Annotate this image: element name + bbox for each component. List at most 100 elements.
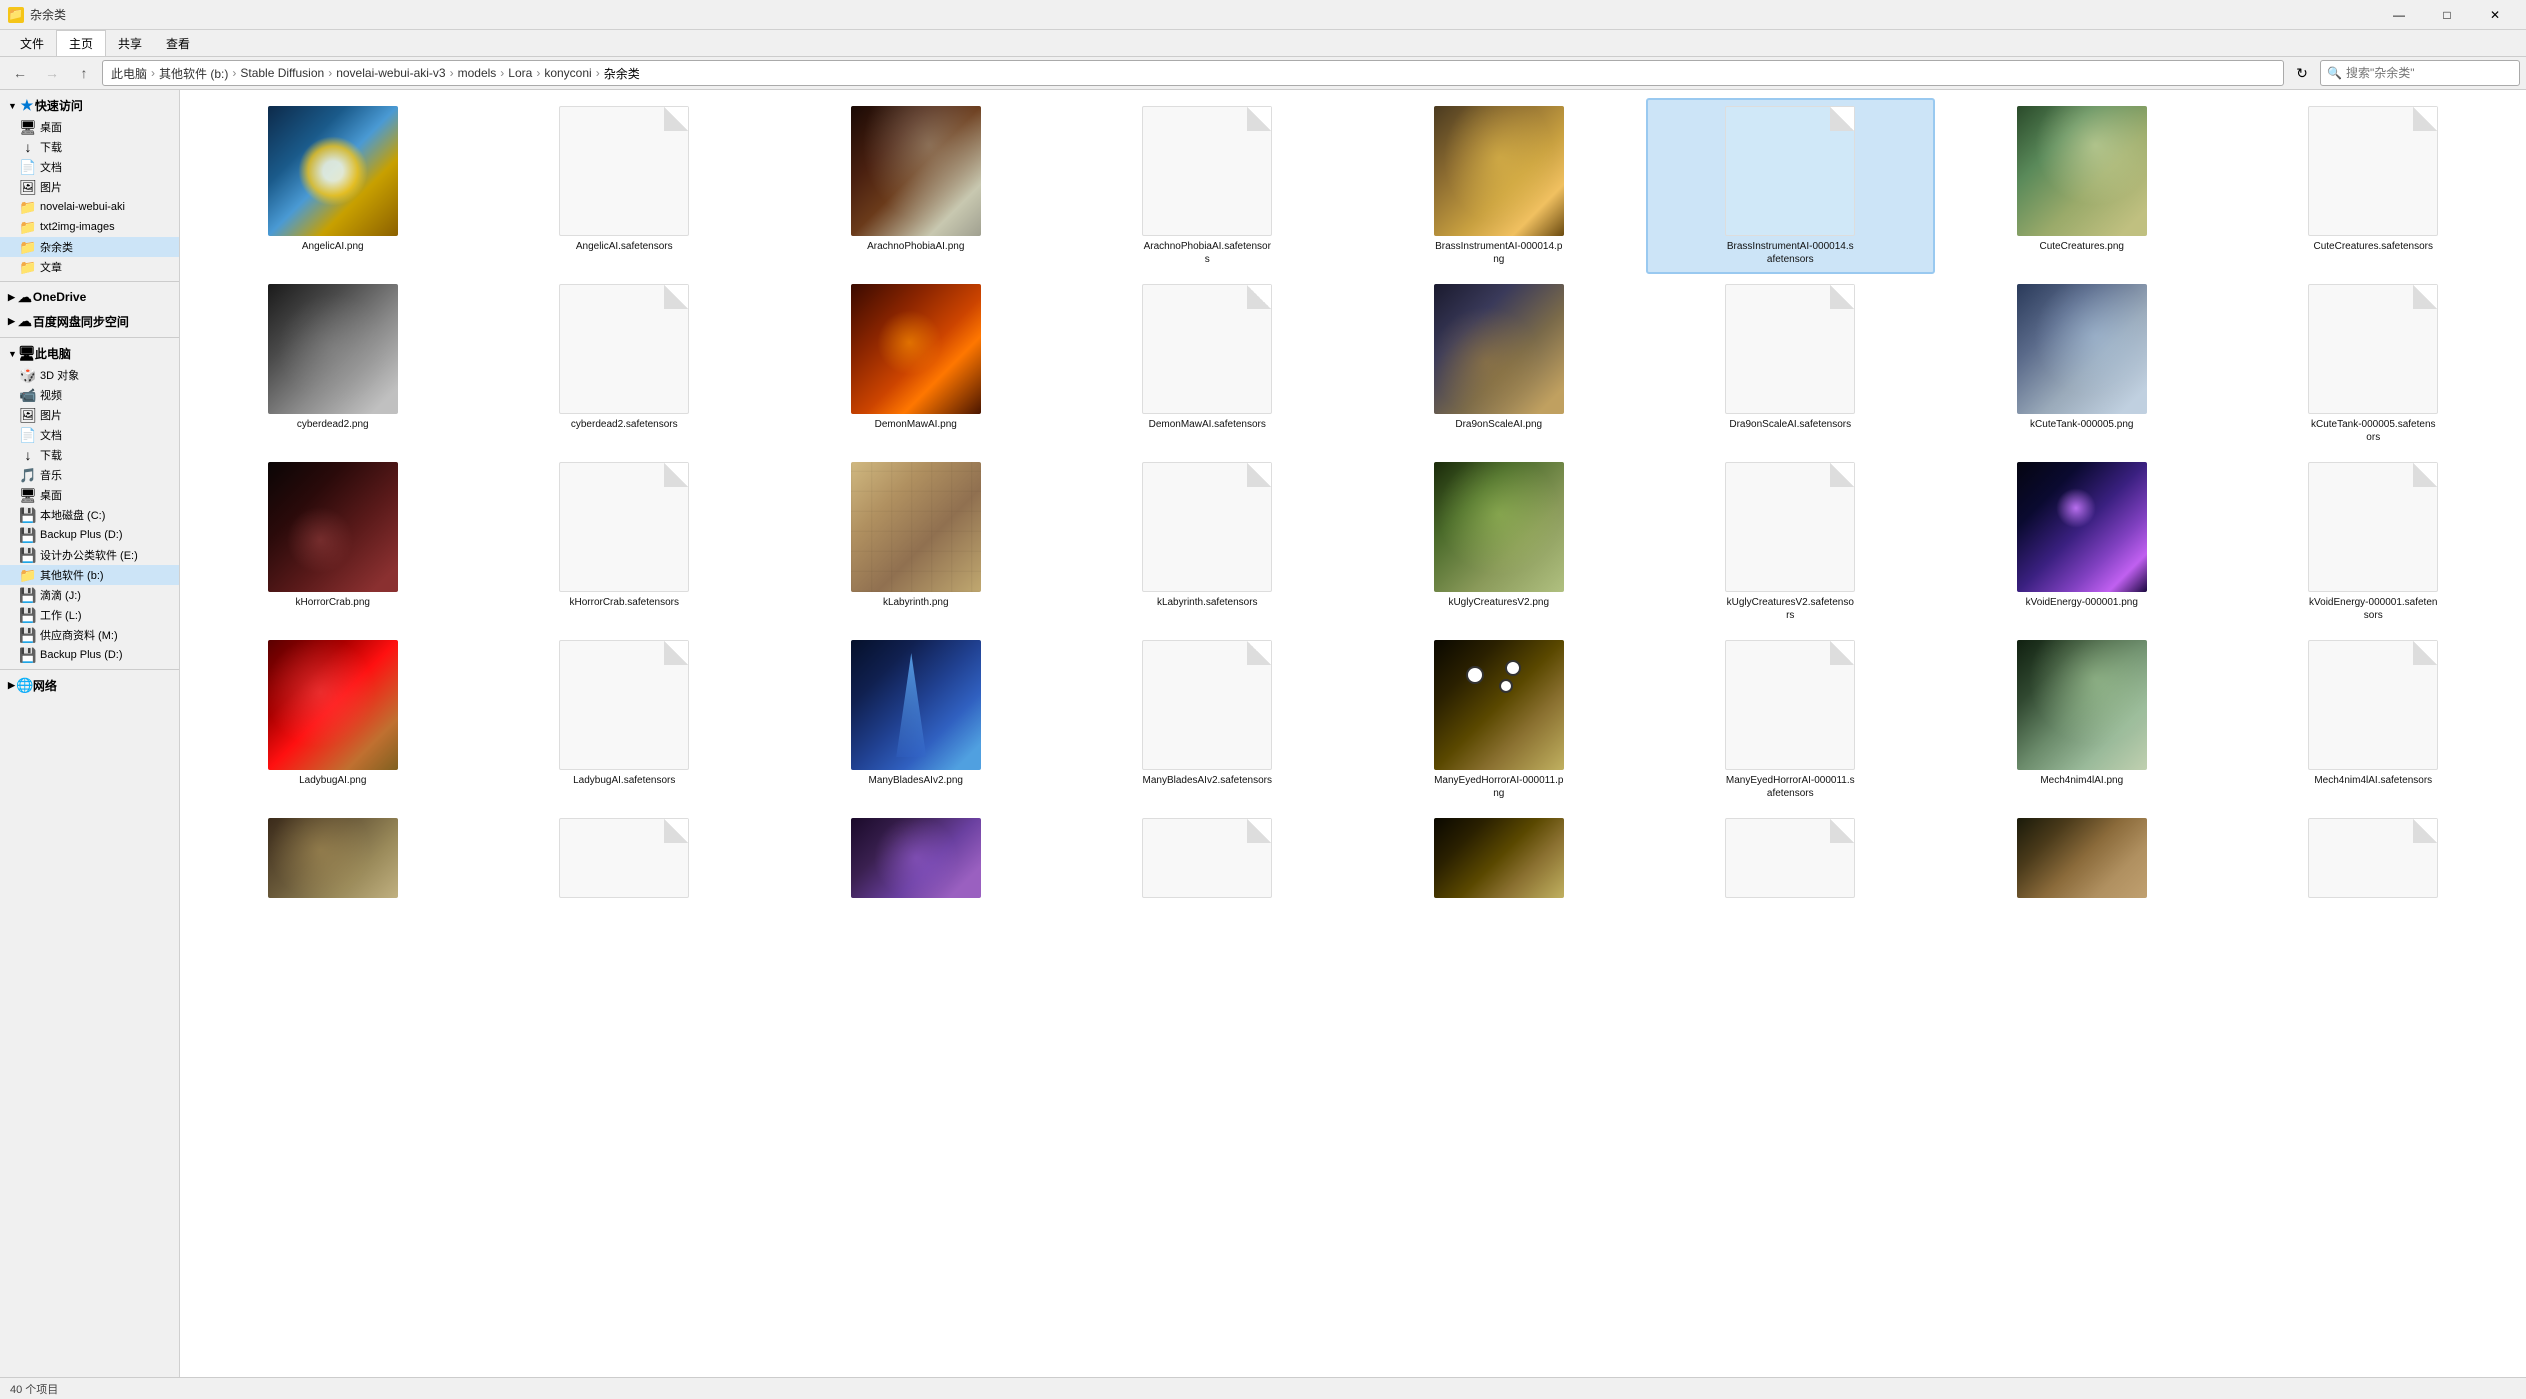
file-item-demonmaw-safe[interactable]: DemonMawAI.safetensors <box>1063 276 1353 452</box>
ribbon-tab-share[interactable]: 共享 <box>106 30 154 56</box>
file-item-brass-png[interactable]: BrassInstrumentAI-000014.png <box>1354 98 1644 274</box>
ribbon-tab-file[interactable]: 文件 <box>8 30 56 56</box>
sidebar-item-misc[interactable]: 📁杂余类 <box>0 237 179 257</box>
3d-icon: 🎲 <box>20 367 36 383</box>
minimize-button[interactable]: — <box>2376 0 2422 30</box>
ribbon-tab-view[interactable]: 查看 <box>154 30 202 56</box>
file-item-dragon-png[interactable]: Dra9onScaleAI.png <box>1354 276 1644 452</box>
file-item-kugly-safe[interactable]: kUglyCreaturesV2.safetensors <box>1646 454 1936 630</box>
sidebar-item-driveD2[interactable]: 💾Backup Plus (D:) <box>0 645 179 665</box>
file-item-row5b-safe[interactable] <box>1063 810 1353 910</box>
file-item-kcutetank-png[interactable]: kCuteTank-000005.png <box>1937 276 2227 452</box>
sidebar-item-docs[interactable]: 📄文档 <box>0 157 179 177</box>
file-item-mech4nim-safe[interactable]: Mech4nim4lAI.safetensors <box>2229 632 2519 808</box>
sidebar-item-driveJ[interactable]: 💾滴滴 (J:) <box>0 585 179 605</box>
close-button[interactable]: ✕ <box>2472 0 2518 30</box>
sidebar-item-driveL[interactable]: 💾工作 (L:) <box>0 605 179 625</box>
file-item-angelic-png[interactable]: AngelicAI.png <box>188 98 478 274</box>
file-item-kugly-png[interactable]: kUglyCreaturesV2.png <box>1354 454 1644 630</box>
file-item-klabyrinth-safe[interactable]: kLabyrinth.safetensors <box>1063 454 1353 630</box>
file-item-mech4nim-png[interactable]: Mech4nim4lAI.png <box>1937 632 2227 808</box>
file-item-cute-safe[interactable]: CuteCreatures.safetensors <box>2229 98 2519 274</box>
file-item-row5a-png[interactable] <box>188 810 478 910</box>
file-thumbnail-cute <box>2017 106 2147 236</box>
file-item-cyberdead-png[interactable]: cyberdead2.png <box>188 276 478 452</box>
crumb-novelai[interactable]: novelai-webui-aki-v3 <box>336 66 445 80</box>
sidebar-header-network[interactable]: ▶ 🌐 网络 <box>0 674 179 697</box>
sidebar-item-downloads[interactable]: ↓下载 <box>0 137 179 157</box>
file-thumbnail-blank-3 <box>1725 106 1855 236</box>
file-item-angelic-safe[interactable]: AngelicAI.safetensors <box>480 98 770 274</box>
search-box[interactable]: 🔍 <box>2320 60 2520 86</box>
file-item-manyblades-safe[interactable]: ManyBladesAIv2.safetensors <box>1063 632 1353 808</box>
sidebar-header-thispc[interactable]: ▼ 🖥 此电脑 <box>0 342 179 365</box>
sidebar-header-baidu[interactable]: ▶ ☁ 百度网盘同步空间 <box>0 310 179 333</box>
crumb-other[interactable]: 其他软件 (b:) <box>159 65 228 82</box>
sidebar-item-novelai[interactable]: 📁novelai-webui-aki <box>0 197 179 217</box>
sidebar-item-images[interactable]: 🖼图片 <box>0 405 179 425</box>
sidebar-item-driveC[interactable]: 💾本地磁盘 (C:) <box>0 505 179 525</box>
sidebar-item-driveE[interactable]: 💾设计办公类软件 (E:) <box>0 545 179 565</box>
quick-expand-icon: ▼ <box>8 101 17 111</box>
file-item-row5a-safe[interactable] <box>480 810 770 910</box>
file-item-demonmaw-png[interactable]: DemonMawAI.png <box>771 276 1061 452</box>
sidebar-item-txt2img[interactable]: 📁txt2img-images <box>0 217 179 237</box>
crumb-sd[interactable]: Stable Diffusion <box>240 66 324 80</box>
sidebar-item-3d[interactable]: 🎲3D 对象 <box>0 365 179 385</box>
crumb-konyconi[interactable]: konyconi <box>544 66 591 80</box>
file-item-row5b-png[interactable] <box>771 810 1061 910</box>
file-item-cyberdead-safe[interactable]: cyberdead2.safetensors <box>480 276 770 452</box>
address-bar[interactable]: 此电脑 › 其他软件 (b:) › Stable Diffusion › nov… <box>102 60 2284 86</box>
file-item-ladybug-png[interactable]: LadybugAI.png <box>188 632 478 808</box>
sidebar-header-quick[interactable]: ▼ ★ 快速访问 <box>0 94 179 117</box>
file-item-kvoid-safe[interactable]: kVoidEnergy-000001.safetensors <box>2229 454 2519 630</box>
file-name-demonmaw-png: DemonMawAI.png <box>875 418 957 431</box>
file-name-khorror-safe: kHorrorCrab.safetensors <box>570 596 679 609</box>
file-name-arachno-safe: ArachnoPhobiaAI.safetensors <box>1142 240 1272 266</box>
file-item-dragon-safe[interactable]: Dra9onScaleAI.safetensors <box>1646 276 1936 452</box>
sidebar-item-documents[interactable]: 📄文档 <box>0 425 179 445</box>
sidebar-item-desktop[interactable]: 🖥桌面 <box>0 117 179 137</box>
file-item-khorror-png[interactable]: kHorrorCrab.png <box>188 454 478 630</box>
onedrive-label: OneDrive <box>33 290 86 304</box>
sidebar-item-desk[interactable]: 🖥桌面 <box>0 485 179 505</box>
sidebar-header-onedrive[interactable]: ▶ ☁ OneDrive <box>0 286 179 308</box>
up-button[interactable]: ↑ <box>70 60 98 86</box>
file-item-row5d-png[interactable] <box>1937 810 2227 910</box>
file-item-brass-safe[interactable]: BrassInstrumentAI-000014.safetensors <box>1646 98 1936 274</box>
file-item-manyeyed-safe[interactable]: ManyEyedHorrorAI-000011.safetensors <box>1646 632 1936 808</box>
file-item-kcutetank-safe[interactable]: kCuteTank-000005.safetensors <box>2229 276 2519 452</box>
sidebar-item-music[interactable]: 🎵音乐 <box>0 465 179 485</box>
file-item-manyeyed-png[interactable]: ManyEyedHorrorAI-000011.png <box>1354 632 1644 808</box>
file-item-cute-png[interactable]: CuteCreatures.png <box>1937 98 2227 274</box>
maximize-button[interactable]: □ <box>2424 0 2470 30</box>
file-item-arachno-safe[interactable]: ArachnoPhobiaAI.safetensors <box>1063 98 1353 274</box>
file-thumbnail-blank-14 <box>1142 640 1272 770</box>
ribbon-tab-home[interactable]: 主页 <box>56 30 106 56</box>
sidebar-item-driveB[interactable]: 📁其他软件 (b:) <box>0 565 179 585</box>
sidebar-item-dl[interactable]: ↓下载 <box>0 445 179 465</box>
crumb-pc[interactable]: 此电脑 <box>111 65 147 82</box>
file-thumbnail-row5d <box>2017 818 2147 898</box>
file-item-row5c-safe[interactable] <box>1646 810 1936 910</box>
sidebar-item-driveD[interactable]: 💾Backup Plus (D:) <box>0 525 179 545</box>
sidebar-item-video[interactable]: 📹视频 <box>0 385 179 405</box>
file-item-khorror-safe[interactable]: kHorrorCrab.safetensors <box>480 454 770 630</box>
crumb-lora[interactable]: Lora <box>508 66 532 80</box>
refresh-button[interactable]: ↻ <box>2288 60 2316 86</box>
sidebar-item-driveM[interactable]: 💾供应商资料 (M:) <box>0 625 179 645</box>
sidebar-item-articles[interactable]: 📁文章 <box>0 257 179 277</box>
sidebar-item-pictures[interactable]: 🖼图片 <box>0 177 179 197</box>
search-input[interactable] <box>2346 66 2513 80</box>
file-item-arachno-png[interactable]: ArachnoPhobiaAI.png <box>771 98 1061 274</box>
file-item-manyblades-png[interactable]: ManyBladesAIv2.png <box>771 632 1061 808</box>
file-thumbnail-blank-17 <box>559 818 689 898</box>
crumb-models[interactable]: models <box>458 66 497 80</box>
file-item-klabyrinth-png[interactable]: kLabyrinth.png <box>771 454 1061 630</box>
file-item-kvoid-png[interactable]: kVoidEnergy-000001.png <box>1937 454 2227 630</box>
file-item-ladybug-safe[interactable]: LadybugAI.safetensors <box>480 632 770 808</box>
file-item-row5d-safe[interactable] <box>2229 810 2519 910</box>
file-item-row5c-png[interactable] <box>1354 810 1644 910</box>
back-button[interactable]: ← <box>6 60 34 86</box>
forward-button[interactable]: → <box>38 60 66 86</box>
